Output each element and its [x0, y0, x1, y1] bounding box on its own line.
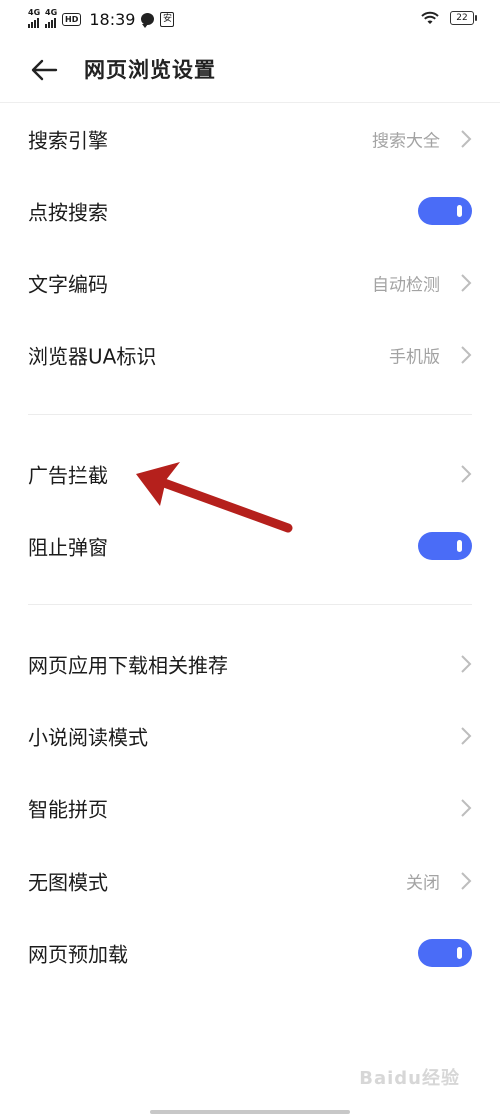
setting-value: 搜索大全 — [372, 131, 440, 152]
chevron-right-icon — [461, 727, 472, 745]
setting-value: 手机版 — [389, 347, 440, 368]
setting-no-image-mode[interactable]: 无图模式 关闭 — [0, 845, 500, 917]
toggle-knob — [457, 205, 462, 217]
chevron-right-icon — [461, 130, 472, 148]
setting-label: 小说阅读模式 — [28, 725, 148, 750]
chevron-right-icon — [461, 655, 472, 673]
setting-preload: 网页预加载 — [0, 917, 500, 989]
chevron-right-icon — [461, 346, 472, 364]
status-time: 18:39 — [89, 9, 136, 29]
chevron-right-icon — [461, 872, 472, 890]
chevron-right-icon — [461, 799, 472, 817]
wifi-icon — [421, 11, 439, 24]
section-divider — [28, 414, 472, 415]
setting-label: 广告拦截 — [28, 463, 108, 488]
network-type-1: 4G — [28, 8, 41, 17]
setting-label: 无图模式 — [28, 870, 108, 895]
app-notification-icon: 安 — [160, 11, 175, 27]
setting-label: 浏览器UA标识 — [28, 344, 157, 369]
chevron-right-icon — [461, 274, 472, 292]
page-title: 网页浏览设置 — [84, 58, 216, 82]
setting-web-app-recommend[interactable]: 网页应用下载相关推荐 — [0, 628, 500, 700]
chat-notification-icon — [141, 13, 155, 28]
setting-label: 网页预加载 — [28, 942, 128, 967]
setting-value: 关闭 — [406, 873, 440, 894]
signal-icon: 4G — [28, 8, 41, 28]
section-divider — [28, 604, 472, 605]
tap-search-toggle[interactable] — [418, 197, 472, 225]
watermark-logo: Baidu经验 — [359, 1068, 460, 1089]
setting-tap-search: 点按搜索 — [0, 175, 500, 247]
block-popups-toggle[interactable] — [418, 532, 472, 560]
app-header: 网页浏览设置 — [0, 38, 500, 103]
setting-label: 点按搜索 — [28, 200, 108, 225]
toggle-knob — [457, 540, 462, 552]
setting-label: 网页应用下载相关推荐 — [28, 653, 228, 678]
setting-label: 智能拼页 — [28, 797, 108, 822]
setting-browser-ua[interactable]: 浏览器UA标识 手机版 — [0, 319, 500, 391]
chevron-right-icon — [461, 465, 472, 483]
setting-search-engine[interactable]: 搜索引擎 搜索大全 — [0, 103, 500, 175]
network-type-2: 4G — [45, 8, 58, 17]
status-bar-left: 4G 4G HD 18:39 安 — [28, 8, 175, 30]
setting-label: 阻止弹窗 — [28, 535, 108, 560]
battery-icon: 22 — [450, 11, 477, 25]
preload-toggle[interactable] — [418, 939, 472, 967]
home-indicator[interactable] — [150, 1110, 350, 1114]
toggle-knob — [457, 947, 462, 959]
annotation-arrow-icon — [136, 462, 293, 533]
signal-icon-2: 4G — [45, 8, 58, 28]
setting-text-encoding[interactable]: 文字编码 自动检测 — [0, 247, 500, 319]
status-bar-right: 22 — [420, 10, 477, 26]
status-bar: 4G 4G HD 18:39 安 22 — [0, 0, 500, 38]
setting-smart-page-join[interactable]: 智能拼页 — [0, 772, 500, 844]
setting-novel-mode[interactable]: 小说阅读模式 — [0, 700, 500, 772]
hd-voice-icon: HD — [62, 12, 82, 26]
back-arrow-icon[interactable] — [30, 58, 58, 82]
setting-label: 文字编码 — [28, 272, 108, 297]
setting-label: 搜索引擎 — [28, 128, 108, 153]
setting-value: 自动检测 — [372, 275, 440, 296]
